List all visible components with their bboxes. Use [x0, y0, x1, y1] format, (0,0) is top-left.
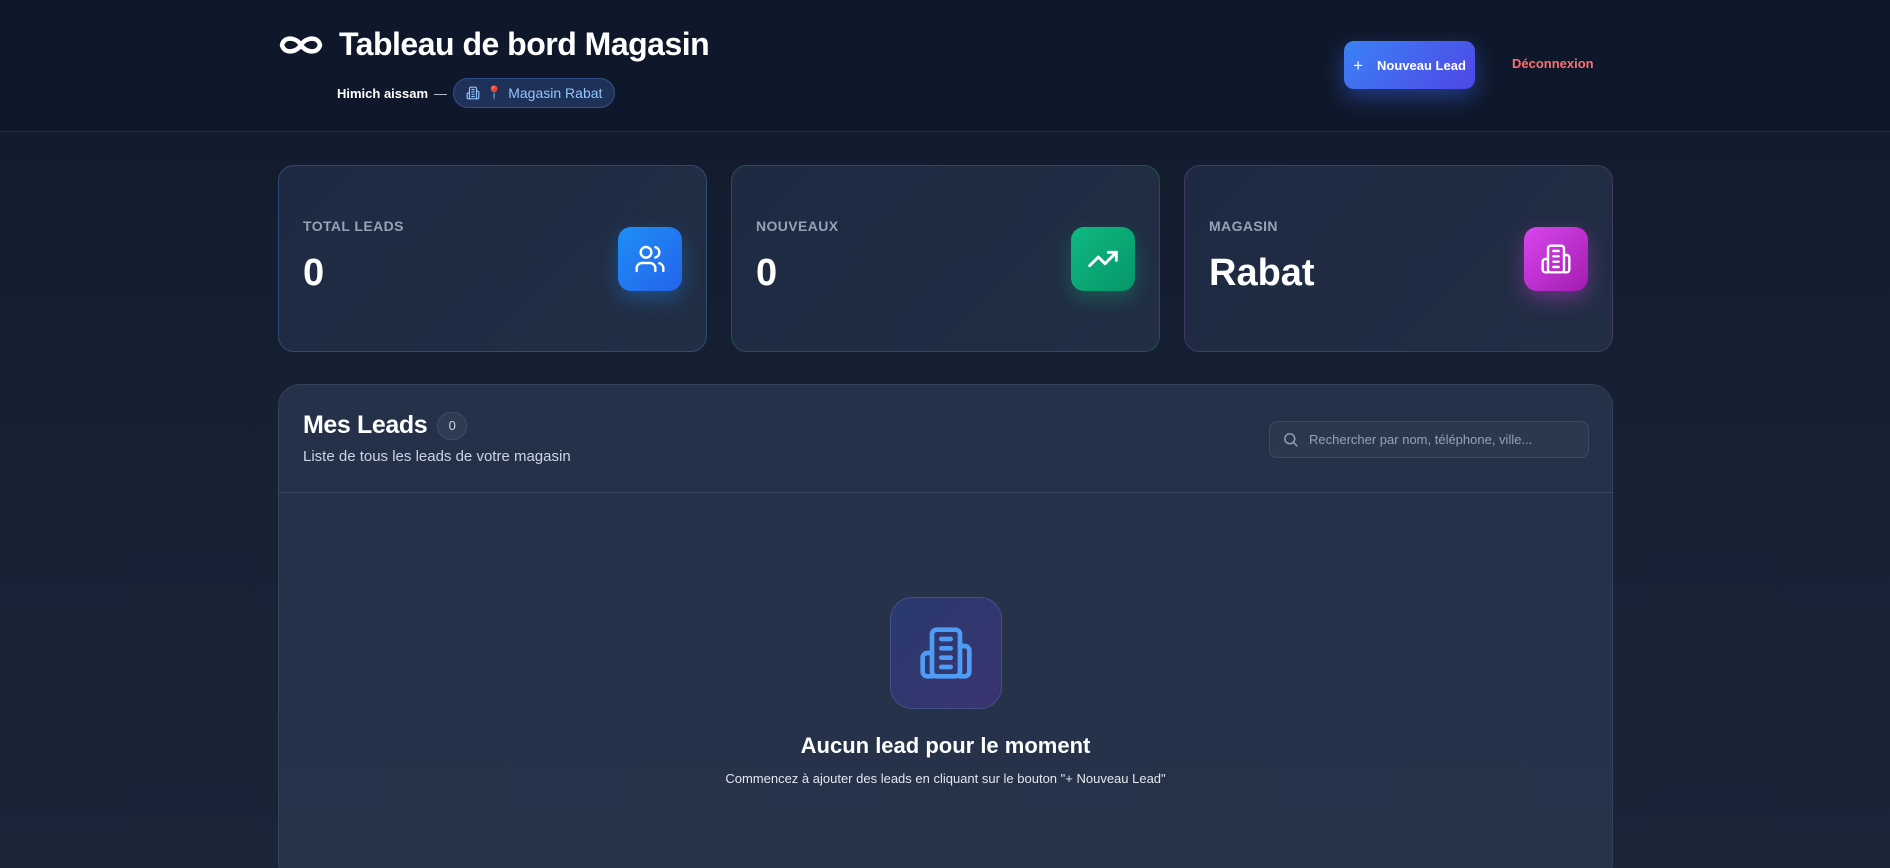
stat-card-total-leads: TOTAL LEADS 0 [278, 165, 707, 352]
store-badge-label: Magasin Rabat [508, 85, 603, 101]
building-icon [466, 86, 480, 100]
top-header: Tableau de bord Magasin Himich aissam — … [0, 0, 1890, 132]
leads-count-badge: 0 [437, 411, 468, 440]
building-icon [920, 627, 972, 679]
stat-value: 0 [756, 252, 778, 294]
stat-icon-box [1071, 227, 1135, 291]
search-input[interactable] [1309, 422, 1588, 457]
pin-icon: 📍 [486, 85, 503, 100]
trending-up-icon [1088, 250, 1118, 268]
stat-label: NOUVEAUX [756, 218, 839, 234]
empty-state-text: Commencez à ajouter des leads en cliquan… [725, 771, 1166, 786]
user-name: Himich aissam [337, 85, 429, 101]
logout-link[interactable]: Déconnexion [1512, 56, 1594, 71]
stat-icon-box [1524, 227, 1588, 291]
search-box[interactable] [1269, 421, 1589, 458]
separator: — [434, 85, 448, 101]
stat-label: TOTAL LEADS [303, 218, 404, 234]
search-icon [1284, 433, 1298, 447]
stat-label: MAGASIN [1209, 218, 1278, 234]
new-lead-button-label: Nouveau Lead [1377, 57, 1466, 73]
stat-card-nouveaux: NOUVEAUX 0 [731, 165, 1160, 352]
new-lead-button[interactable]: + Nouveau Lead [1344, 41, 1475, 89]
plus-icon: + [1353, 55, 1364, 75]
stat-value: Rabat [1209, 252, 1315, 294]
leads-title: Mes Leads [303, 411, 428, 439]
page-title: Tableau de bord Magasin [339, 26, 710, 62]
leads-title-row: Mes Leads 0 [303, 411, 468, 440]
building-icon [1541, 244, 1571, 274]
store-badge: 📍 Magasin Rabat [453, 78, 616, 108]
empty-state-icon-box [890, 597, 1002, 709]
brand: Tableau de bord Magasin [277, 26, 710, 63]
empty-state-title: Aucun lead pour le moment [800, 733, 1091, 758]
users-icon [635, 245, 665, 273]
infinity-icon [279, 35, 323, 54]
stat-card-magasin: MAGASIN Rabat [1184, 165, 1613, 352]
user-info: Himich aissam — 📍 Magasin Rabat [337, 78, 616, 108]
leads-subtitle: Liste de tous les leads de votre magasin [303, 448, 571, 465]
leads-panel: Mes Leads 0 Liste de tous les leads de v… [278, 384, 1613, 868]
stat-icon-box [618, 227, 682, 291]
leads-panel-header: Mes Leads 0 Liste de tous les leads de v… [279, 385, 1612, 493]
stat-value: 0 [303, 252, 325, 294]
